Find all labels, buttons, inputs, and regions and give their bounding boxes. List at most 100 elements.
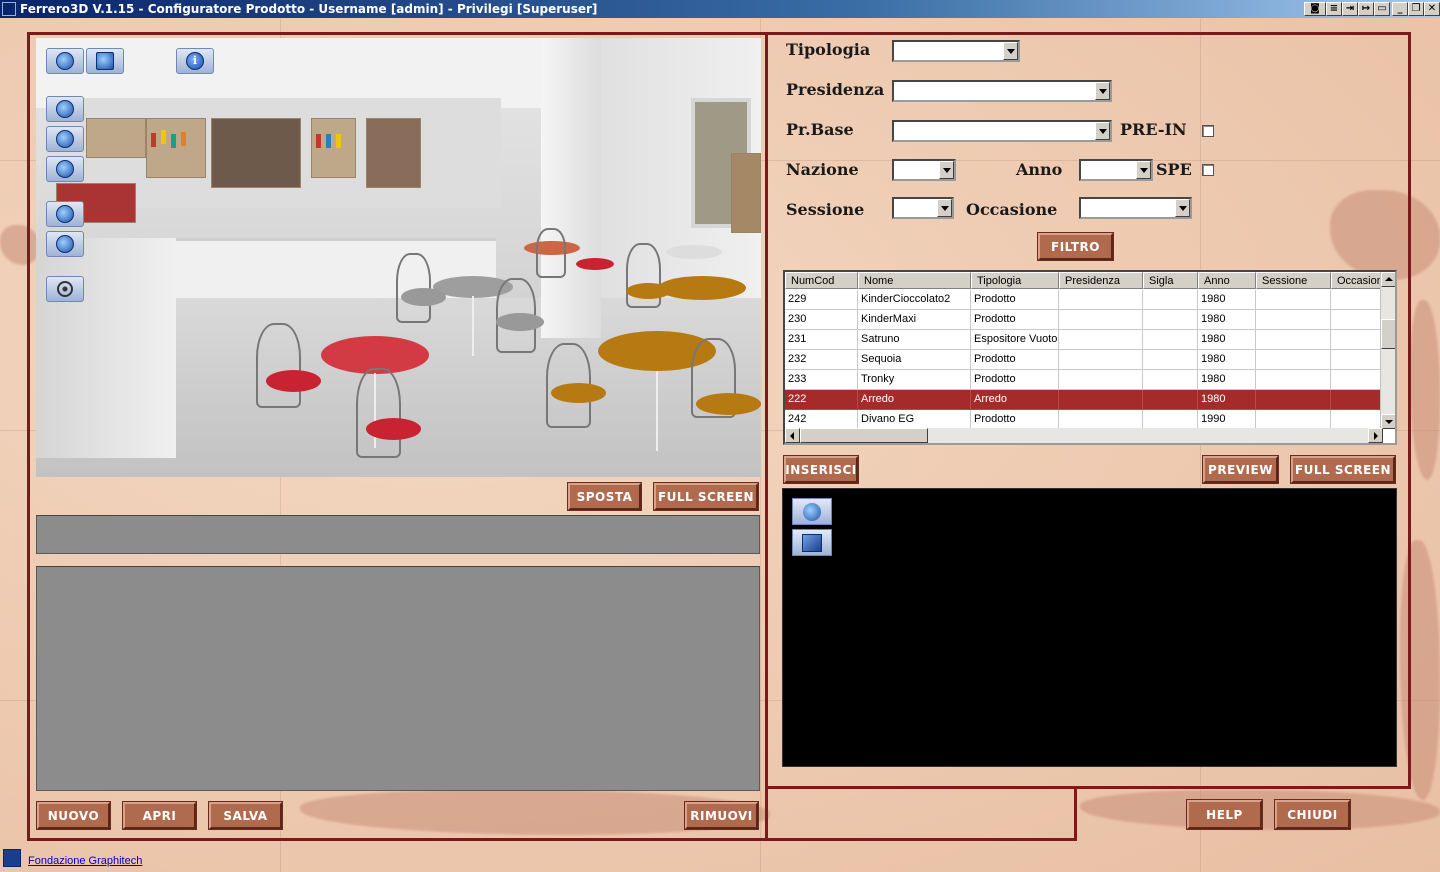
table-cell: Divano EG — [858, 410, 971, 430]
chevron-down-icon[interactable] — [1003, 42, 1018, 60]
view-mode-button[interactable] — [46, 48, 84, 74]
presidenza-label: Presidenza — [786, 80, 885, 99]
table-cell — [1143, 330, 1198, 350]
table-cell — [1331, 410, 1383, 430]
scroll-left-icon[interactable] — [785, 428, 800, 443]
table-row[interactable]: 229 KinderCioccolato2 Prodotto 1980 — [785, 290, 1383, 310]
chiudi-button[interactable]: CHIUDI — [1274, 799, 1351, 830]
table-cell: 231 — [785, 330, 858, 350]
salva-button[interactable]: SALVA — [208, 801, 283, 830]
full-screen-button-right[interactable]: FULL SCREEN — [1290, 455, 1396, 484]
table-cell: Satruno — [858, 330, 971, 350]
filtro-button[interactable]: FILTRO — [1037, 232, 1114, 261]
pan-button[interactable] — [46, 156, 84, 182]
column-header[interactable]: Nome — [858, 272, 971, 289]
help-button[interactable]: HELP — [1186, 799, 1263, 830]
prbase-select[interactable] — [892, 120, 1112, 142]
apri-button[interactable]: APRI — [122, 801, 197, 830]
table-row[interactable]: 232 Sequoia Prodotto 1980 — [785, 350, 1383, 370]
table-cell — [1059, 310, 1143, 330]
table-header: NumCod Nome Tipologia Presidenza Sigla A… — [785, 272, 1383, 289]
prein-checkbox[interactable] — [1202, 125, 1214, 137]
info-button[interactable]: i — [176, 48, 214, 74]
full-screen-button-left[interactable]: FULL SCREEN — [653, 482, 759, 511]
scroll-right-icon[interactable] — [1368, 428, 1383, 443]
graphitech-logo-icon — [3, 849, 21, 867]
table-cell: 242 — [785, 410, 858, 430]
column-header[interactable]: Anno — [1198, 272, 1256, 289]
column-header[interactable]: Sigla — [1143, 272, 1198, 289]
orbit-button[interactable] — [46, 126, 84, 152]
table-cell — [1059, 370, 1143, 390]
target-button[interactable] — [46, 276, 84, 302]
refresh-icon — [56, 205, 74, 223]
chevron-down-icon[interactable] — [937, 199, 952, 217]
rotate-button[interactable] — [46, 96, 84, 122]
scroll-thumb[interactable] — [800, 428, 928, 443]
scroll-thumb[interactable] — [1381, 319, 1395, 349]
table-cell — [1331, 290, 1383, 310]
table-cell — [1331, 370, 1383, 390]
chevron-down-icon[interactable] — [1175, 199, 1190, 217]
sposta-button[interactable]: SPOSTA — [567, 482, 642, 511]
table-cell — [1256, 390, 1331, 410]
table-cell — [1331, 310, 1383, 330]
chevron-down-icon[interactable] — [1136, 161, 1151, 179]
fondazione-graphitech-link[interactable]: Fondazione Graphitech — [28, 855, 142, 867]
table-cell: Arredo — [858, 390, 971, 410]
tipologia-select[interactable] — [892, 40, 1020, 62]
table-row[interactable]: 222 Arredo Arredo 1980 — [785, 390, 1383, 410]
table-cell — [1143, 410, 1198, 430]
refresh-preview-button[interactable] — [792, 498, 832, 525]
minimize-icon[interactable]: _ — [1392, 2, 1408, 16]
presidenza-select[interactable] — [892, 80, 1112, 102]
pin-icon[interactable]: ⇥ — [1342, 2, 1358, 16]
table-cell — [1059, 390, 1143, 410]
chevron-down-icon[interactable] — [1095, 122, 1110, 140]
column-header[interactable]: Sessione — [1256, 272, 1331, 289]
sessione-select[interactable] — [892, 197, 954, 219]
rimuovi-button[interactable]: RIMUOVI — [684, 801, 759, 830]
preview-viewport[interactable] — [782, 488, 1397, 767]
chevron-down-icon[interactable] — [1095, 82, 1110, 100]
app-icon — [2, 2, 16, 16]
screen-button[interactable] — [86, 48, 124, 74]
column-header[interactable]: Occasion — [1331, 272, 1383, 289]
chevron-down-icon[interactable] — [939, 161, 954, 179]
horizontal-scrollbar[interactable] — [785, 428, 1383, 443]
column-header[interactable]: Presidenza — [1059, 272, 1143, 289]
preview-button[interactable]: PREVIEW — [1202, 455, 1279, 484]
table-row[interactable]: 230 KinderMaxi Prodotto 1980 — [785, 310, 1383, 330]
toolbar-icon[interactable]: ≡ — [1326, 2, 1342, 16]
close-icon[interactable]: ✕ — [1424, 2, 1440, 16]
column-header[interactable]: Tipologia — [971, 272, 1059, 289]
fit-view-button[interactable] — [792, 529, 832, 556]
arrow-icon[interactable]: ↦ — [1358, 2, 1374, 16]
table-cell: 233 — [785, 370, 858, 390]
table-cell — [1331, 390, 1383, 410]
vertical-scrollbar[interactable] — [1380, 272, 1395, 429]
column-header[interactable]: NumCod — [785, 272, 858, 289]
results-table[interactable]: NumCod Nome Tipologia Presidenza Sigla A… — [783, 270, 1397, 445]
table-cell — [1143, 370, 1198, 390]
zoom-button[interactable] — [46, 231, 84, 257]
nuovo-button[interactable]: NUOVO — [36, 801, 111, 830]
table-row[interactable]: 242 Divano EG Prodotto 1990 — [785, 410, 1383, 430]
restore-small-icon[interactable]: ▭ — [1374, 2, 1390, 16]
table-row[interactable]: 231 Satruno Espositore Vuoto 1980 — [785, 330, 1383, 350]
3d-viewport[interactable]: i — [36, 38, 761, 477]
restore-icon[interactable]: ❐ — [1408, 2, 1424, 16]
reset-view-button[interactable] — [46, 201, 84, 227]
scroll-down-icon[interactable] — [1381, 414, 1395, 429]
nazione-select[interactable] — [892, 159, 956, 181]
spe-checkbox[interactable] — [1202, 164, 1214, 176]
table-cell: 1980 — [1198, 390, 1256, 410]
scroll-up-icon[interactable] — [1381, 272, 1395, 287]
table-row[interactable]: 233 Tronky Prodotto 1980 — [785, 370, 1383, 390]
table-cell: Prodotto — [971, 310, 1059, 330]
table-cell — [1256, 350, 1331, 370]
tray-icon[interactable]: ◙ — [1304, 2, 1326, 16]
inserisci-button[interactable]: INSERISCI — [783, 455, 859, 484]
occasione-select[interactable] — [1079, 197, 1192, 219]
anno-select[interactable] — [1079, 159, 1153, 181]
